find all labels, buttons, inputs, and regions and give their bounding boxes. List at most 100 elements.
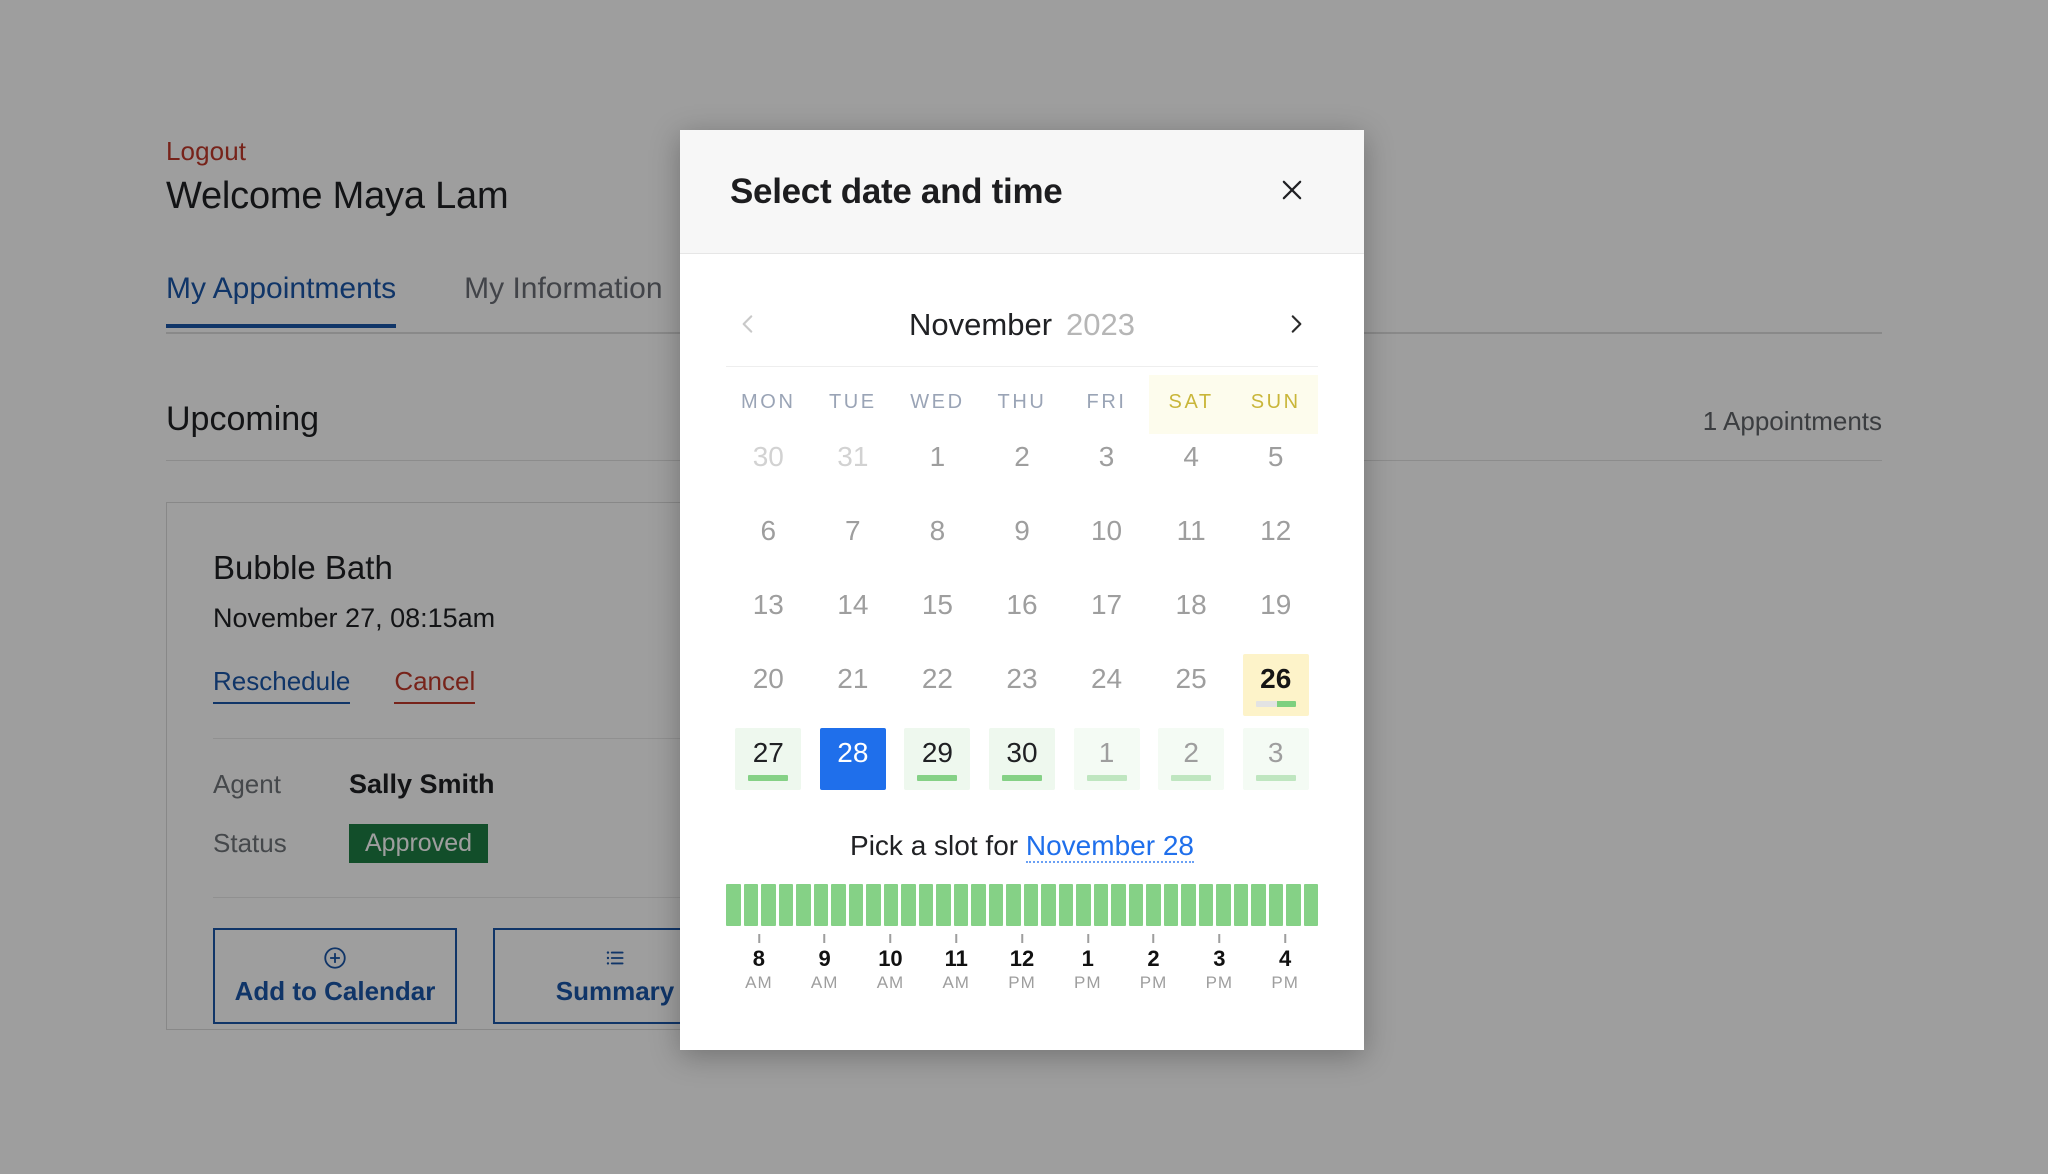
slot-prompt-prefix: Pick a slot for — [850, 830, 1026, 861]
slot-bar[interactable] — [1163, 884, 1178, 926]
calendar-day-19[interactable]: 19 — [1233, 574, 1318, 648]
calendar-day-20[interactable]: 20 — [726, 648, 811, 722]
day-inner: 1 — [1073, 728, 1140, 790]
calendar-week-row: 6 7 8 9 10 11 12 — [726, 500, 1318, 574]
availability-bar — [833, 627, 873, 633]
slot-bar[interactable] — [831, 884, 846, 926]
slot-bar[interactable] — [1216, 884, 1231, 926]
calendar-day-1[interactable]: 1 — [895, 426, 980, 500]
slot-bar[interactable] — [1076, 884, 1091, 926]
calendar-day-15[interactable]: 15 — [895, 574, 980, 648]
availability-bar — [917, 479, 957, 485]
month-name: November — [909, 307, 1053, 342]
calendar-day-3[interactable]: 3 — [1233, 722, 1318, 796]
slot-bar[interactable] — [1233, 884, 1248, 926]
slot-bar[interactable] — [866, 884, 881, 926]
calendar-day-12[interactable]: 12 — [1233, 500, 1318, 574]
slot-bar[interactable] — [1128, 884, 1143, 926]
day-inner: 31 — [820, 432, 886, 494]
calendar-day-8[interactable]: 8 — [895, 500, 980, 574]
day-number: 27 — [752, 737, 784, 768]
slot-bar[interactable] — [988, 884, 1003, 926]
day-inner: 4 — [1158, 432, 1224, 494]
calendar-day-30[interactable]: 30 — [726, 426, 811, 500]
prev-month-button[interactable] — [726, 303, 770, 347]
day-inner: 17 — [1074, 580, 1140, 642]
slot-bar[interactable] — [1268, 884, 1283, 926]
slot-prompt-date[interactable]: November 28 — [1025, 830, 1194, 863]
day-inner: 13 — [735, 580, 801, 642]
availability-bar — [748, 701, 788, 707]
calendar-day-22[interactable]: 22 — [895, 648, 980, 722]
slot-bar[interactable] — [848, 884, 863, 926]
slot-bar[interactable] — [1093, 884, 1108, 926]
day-inner: 27 — [735, 728, 802, 790]
close-button[interactable] — [1270, 170, 1314, 214]
calendar-day-2[interactable]: 2 — [1149, 722, 1234, 796]
calendar-day-30[interactable]: 30 — [980, 722, 1065, 796]
calendar-day-24[interactable]: 24 — [1064, 648, 1149, 722]
slot-bar[interactable] — [971, 884, 986, 926]
slot-bar[interactable] — [1023, 884, 1038, 926]
slot-bar[interactable] — [1041, 884, 1056, 926]
calendar-day-6[interactable]: 6 — [726, 500, 811, 574]
slot-bar[interactable] — [796, 884, 811, 926]
calendar-day-17[interactable]: 17 — [1064, 574, 1149, 648]
slot-bar[interactable] — [1251, 884, 1266, 926]
day-number: 30 — [752, 441, 784, 472]
calendar-day-29[interactable]: 29 — [895, 722, 980, 796]
day-inner: 15 — [904, 580, 970, 642]
calendar-day-18[interactable]: 18 — [1149, 574, 1234, 648]
calendar-day-7[interactable]: 7 — [811, 500, 896, 574]
slot-bar[interactable] — [936, 884, 951, 926]
day-number: 30 — [1006, 737, 1038, 768]
tick-meridiem: PM — [1205, 973, 1234, 992]
slot-bar[interactable] — [813, 884, 828, 926]
calendar-day-31[interactable]: 31 — [811, 426, 896, 500]
calendar-day-5[interactable]: 5 — [1233, 426, 1318, 500]
slot-bar[interactable] — [918, 884, 933, 926]
calendar-day-21[interactable]: 21 — [811, 648, 896, 722]
availability-bar — [1087, 701, 1127, 707]
slot-bar[interactable] — [726, 884, 741, 926]
calendar-day-16[interactable]: 16 — [980, 574, 1065, 648]
tick-meridiem: PM — [1008, 973, 1036, 992]
calendar-day-27[interactable]: 27 — [726, 722, 811, 796]
calendar-day-23[interactable]: 23 — [980, 648, 1065, 722]
calendar-day-9[interactable]: 9 — [980, 500, 1065, 574]
calendar-day-26[interactable]: 26 — [1233, 648, 1318, 722]
slot-bar[interactable] — [1006, 884, 1021, 926]
availability-bar — [1002, 553, 1042, 559]
calendar-day-25[interactable]: 25 — [1149, 648, 1234, 722]
calendar-day-2[interactable]: 2 — [980, 426, 1065, 500]
month-rule — [726, 366, 1318, 367]
slot-bar[interactable] — [1111, 884, 1126, 926]
availability-bar — [1171, 701, 1211, 707]
slot-bar[interactable] — [1198, 884, 1213, 926]
calendar-day-28[interactable]: 28 — [811, 722, 896, 796]
slot-bar[interactable] — [901, 884, 916, 926]
weekday-header-fri: FRI — [1086, 391, 1127, 413]
slot-bar[interactable] — [1146, 884, 1161, 926]
slot-bar[interactable] — [761, 884, 776, 926]
calendar-day-11[interactable]: 11 — [1149, 500, 1234, 574]
slot-bar[interactable] — [743, 884, 758, 926]
calendar-day-14[interactable]: 14 — [811, 574, 896, 648]
next-month-button[interactable] — [1274, 303, 1318, 347]
slot-bar[interactable] — [1286, 884, 1301, 926]
slot-strip — [726, 884, 1318, 926]
slot-bar[interactable] — [1058, 884, 1073, 926]
calendar-day-3[interactable]: 3 — [1064, 426, 1149, 500]
slot-bar[interactable] — [883, 884, 898, 926]
slot-bar[interactable] — [953, 884, 968, 926]
calendar-day-13[interactable]: 13 — [726, 574, 811, 648]
calendar-day-1[interactable]: 1 — [1064, 722, 1149, 796]
day-number: 25 — [1175, 663, 1207, 694]
slot-bar[interactable] — [778, 884, 793, 926]
slot-bar[interactable] — [1303, 884, 1318, 926]
day-number: 18 — [1175, 589, 1207, 620]
calendar-day-4[interactable]: 4 — [1149, 426, 1234, 500]
day-number: 10 — [1090, 515, 1123, 546]
calendar-day-10[interactable]: 10 — [1064, 500, 1149, 574]
slot-bar[interactable] — [1181, 884, 1196, 926]
